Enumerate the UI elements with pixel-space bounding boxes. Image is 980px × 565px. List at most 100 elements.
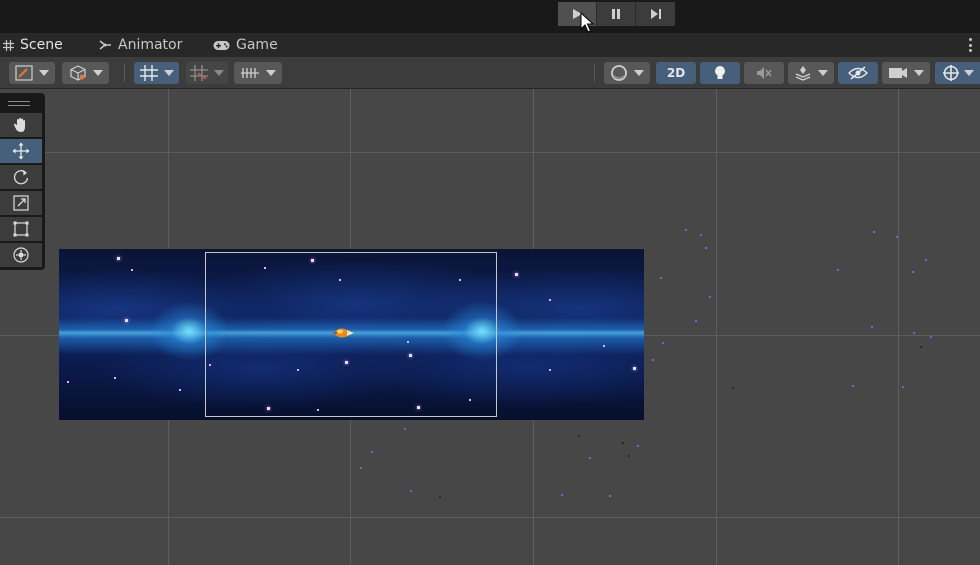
grid-line	[716, 89, 717, 565]
particle	[404, 428, 406, 430]
particle	[561, 494, 563, 496]
grid-line	[0, 152, 980, 153]
step-button[interactable]	[636, 2, 675, 26]
drag-handle-icon[interactable]	[8, 101, 30, 106]
tab-label: Game	[236, 37, 278, 53]
pause-button[interactable]	[597, 2, 636, 26]
star	[114, 377, 116, 379]
gamepad-icon	[213, 40, 230, 51]
pause-icon	[612, 9, 620, 19]
particle	[732, 387, 734, 389]
scene-tools-overlay	[0, 93, 45, 270]
particle	[637, 445, 639, 447]
top-bar	[0, 0, 980, 33]
tab-scene[interactable]: Scene	[3, 33, 63, 57]
scene-view[interactable]	[0, 89, 980, 565]
rect-transform-icon	[13, 221, 29, 237]
particle	[685, 229, 687, 231]
chevron-down-icon	[634, 70, 644, 76]
particle	[902, 386, 904, 388]
particle	[360, 467, 362, 469]
scene-visibility-toggle[interactable]	[838, 62, 878, 84]
grid-snap-icon	[139, 65, 158, 81]
draw-mode-dropdown[interactable]	[9, 62, 55, 84]
toolbar-separator	[594, 64, 595, 82]
toggle-lighting-button[interactable]	[700, 62, 740, 84]
star	[131, 269, 133, 271]
snap-increment-icon	[190, 65, 208, 81]
animator-icon	[99, 39, 112, 51]
chevron-down-icon	[163, 70, 174, 76]
star	[125, 319, 128, 322]
toggle-2d-button[interactable]: 2D	[656, 62, 696, 84]
more-options-icon[interactable]	[968, 38, 972, 52]
ruler-grid-icon	[241, 68, 259, 78]
draw-shading-dropdown[interactable]	[604, 62, 650, 84]
star	[179, 389, 181, 391]
particle	[925, 259, 927, 261]
particle	[930, 336, 932, 338]
rotate-tool[interactable]	[0, 165, 42, 189]
move-icon	[12, 142, 30, 160]
grid-snapping-dropdown[interactable]	[134, 62, 179, 84]
play-controls	[558, 2, 675, 26]
tab-bar: Scene Animator Game	[0, 33, 980, 57]
particle	[371, 451, 373, 453]
chevron-down-icon	[214, 70, 224, 76]
tab-label: Scene	[20, 37, 63, 53]
particle	[896, 236, 898, 238]
render-mode-dropdown[interactable]	[62, 62, 109, 84]
player-ship-sprite[interactable]	[333, 327, 355, 339]
particle	[913, 332, 915, 334]
eye-hidden-icon	[848, 66, 868, 80]
particle	[852, 385, 854, 387]
star	[549, 299, 551, 301]
particle	[709, 296, 711, 298]
chevron-down-icon	[39, 70, 49, 76]
move-tool[interactable]	[0, 139, 42, 163]
scale-icon	[13, 195, 29, 211]
mouse-cursor-icon	[580, 12, 594, 33]
rotate-icon	[13, 170, 29, 185]
speaker-muted-icon	[757, 67, 772, 79]
grid-line	[898, 89, 899, 565]
scale-tool[interactable]	[0, 191, 42, 215]
tab-label: Animator	[118, 37, 183, 53]
star	[67, 381, 69, 383]
hand-tool[interactable]	[0, 113, 42, 137]
star	[515, 273, 518, 276]
star	[603, 345, 605, 347]
particle	[652, 359, 654, 361]
particle	[578, 435, 580, 437]
transform-icon	[13, 247, 29, 263]
particle	[912, 271, 914, 273]
increment-snap-dropdown[interactable]	[186, 62, 228, 84]
transform-tool[interactable]	[0, 243, 42, 267]
gizmos-dropdown[interactable]	[935, 62, 980, 84]
chevron-down-icon	[818, 70, 828, 76]
chevron-down-icon	[963, 70, 974, 76]
scene-camera-dropdown[interactable]	[882, 62, 930, 84]
scene-toolbar: 2D	[0, 57, 980, 89]
chevron-down-icon	[92, 70, 103, 76]
tab-animator[interactable]: Animator	[99, 33, 182, 57]
effects-dropdown[interactable]	[788, 62, 834, 84]
star	[549, 369, 551, 371]
toggle-audio-button[interactable]	[744, 62, 784, 84]
particle	[622, 442, 624, 444]
chevron-down-icon	[266, 70, 276, 76]
chevron-down-icon	[914, 70, 924, 76]
particle	[920, 346, 922, 348]
step-forward-icon	[650, 9, 661, 19]
rect-tool[interactable]	[0, 217, 42, 241]
lightbulb-icon	[715, 66, 725, 79]
star	[633, 367, 636, 370]
particle	[589, 457, 591, 459]
particle	[700, 234, 702, 236]
grid-visibility-dropdown[interactable]	[234, 62, 282, 84]
tab-game[interactable]: Game	[213, 33, 278, 57]
cube-icon	[69, 65, 86, 81]
star	[117, 257, 120, 260]
particle	[410, 490, 412, 492]
particle	[628, 455, 630, 457]
